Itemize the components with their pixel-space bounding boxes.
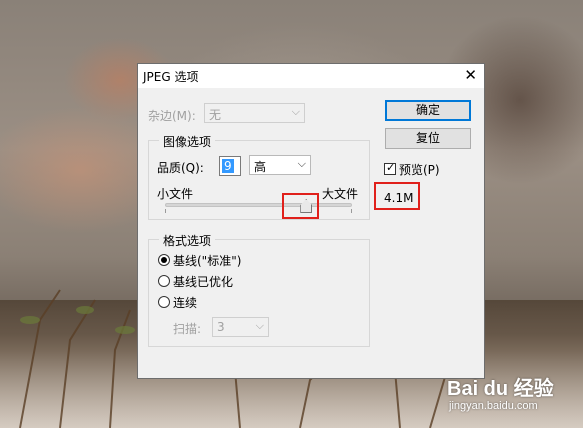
image-options-title: 图像选项 — [159, 133, 216, 150]
highlight-box-slider — [282, 193, 319, 219]
format-options-title: 格式选项 — [159, 232, 216, 249]
quality-input[interactable]: 9 — [219, 156, 241, 176]
dialog-titlebar[interactable]: JPEG 选项 ✕ — [138, 64, 484, 88]
slider-tick — [165, 209, 166, 213]
slider-tick — [351, 209, 352, 213]
slider-max-label: 大文件 — [322, 187, 359, 201]
reset-button[interactable]: 复位 — [385, 128, 471, 149]
radio-progressive[interactable] — [158, 296, 170, 308]
chevron-down-icon: ⌵ — [291, 105, 300, 118]
preview-checkbox[interactable]: ✓ — [384, 161, 396, 175]
baidu-jingyan-watermark: Bai du 经验 jingyan.baidu.com — [447, 372, 554, 412]
image-options-group: 图像选项 — [148, 133, 370, 220]
chevron-down-icon: ⌵ — [255, 319, 264, 332]
quality-label: 品质(Q): — [157, 161, 204, 175]
scan-label: 扫描: — [173, 322, 202, 336]
highlight-box-filesize — [374, 182, 420, 210]
dialog-title: JPEG 选项 — [143, 70, 199, 84]
scan-select[interactable]: 3 ⌵ — [212, 317, 269, 337]
preview-label: 预览(P) — [399, 163, 440, 177]
quality-preset-select[interactable]: 高 ⌵ — [249, 155, 311, 175]
scan-value: 3 — [217, 320, 225, 334]
radio-baseline-optimized[interactable] — [158, 275, 170, 287]
ok-button[interactable]: 确定 — [385, 100, 471, 121]
matte-select[interactable]: 无 ⌵ — [204, 103, 305, 123]
format-option-label: 基线已优化 — [173, 275, 234, 289]
slider-min-label: 小文件 — [157, 187, 194, 201]
radio-baseline-standard[interactable] — [158, 254, 170, 266]
format-option-label: 基线("标准") — [173, 254, 242, 268]
matte-value: 无 — [209, 108, 222, 122]
close-icon[interactable]: ✕ — [464, 67, 477, 83]
watermark-url: jingyan.baidu.com — [449, 400, 538, 412]
matte-label: 杂边(M): — [148, 109, 196, 123]
quality-preset-value: 高 — [254, 160, 267, 174]
format-option-label: 连续 — [173, 296, 198, 310]
watermark-logo: Bai du 经验 — [447, 378, 554, 400]
quality-slider-track[interactable] — [165, 203, 352, 207]
chevron-down-icon: ⌵ — [297, 157, 306, 170]
checkmark-icon: ✓ — [386, 161, 396, 174]
quality-value: 9 — [222, 159, 234, 173]
jpeg-options-dialog: JPEG 选项 ✕ 杂边(M): 无 ⌵ 图像选项 品质(Q): 9 高 ⌵ 小… — [137, 63, 485, 379]
